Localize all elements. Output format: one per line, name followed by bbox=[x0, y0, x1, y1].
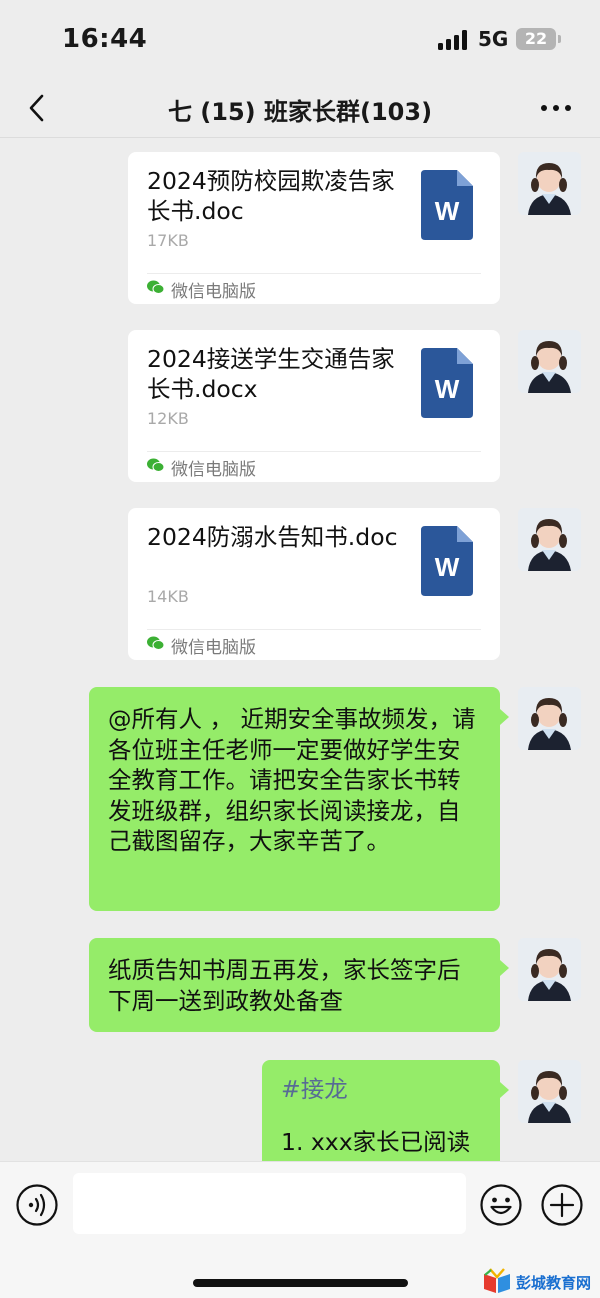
avatar-image bbox=[518, 1060, 581, 1123]
more-dots-icon[interactable] bbox=[536, 92, 576, 124]
chat-title: 七 (15) 班家长群(103) bbox=[167, 98, 433, 126]
emoji-icon[interactable] bbox=[479, 1183, 523, 1227]
voice-icon[interactable] bbox=[15, 1183, 59, 1227]
word-doc-icon: W bbox=[421, 170, 473, 240]
wechat-icon bbox=[147, 280, 164, 294]
file-size: 14KB bbox=[147, 587, 189, 606]
avatar[interactable] bbox=[518, 1060, 581, 1123]
solitaire-hashtag[interactable]: #接龙 bbox=[281, 1074, 482, 1105]
avatar-image bbox=[518, 687, 581, 750]
file-divider bbox=[147, 273, 481, 274]
message-input[interactable] bbox=[73, 1173, 466, 1234]
file-name: 2024接送学生交通告家长书.docx bbox=[147, 345, 395, 403]
avatar[interactable] bbox=[518, 508, 581, 571]
file-source: 微信电脑版 bbox=[171, 460, 256, 480]
file-name: 2024预防校园欺凌告家长书.doc bbox=[147, 167, 395, 225]
solitaire-line: 1. xxx家长已阅读 bbox=[281, 1127, 471, 1156]
battery-icon: 22 bbox=[516, 28, 556, 50]
status-time: 16:44 bbox=[62, 24, 148, 54]
file-source: 微信电脑版 bbox=[171, 638, 256, 658]
file-size: 17KB bbox=[147, 231, 189, 250]
file-divider bbox=[147, 451, 481, 452]
avatar[interactable] bbox=[518, 687, 581, 750]
avatar-image bbox=[518, 330, 581, 393]
network-type: 5G bbox=[478, 27, 509, 51]
battery-cap bbox=[558, 35, 561, 43]
message-bubble[interactable]: @所有人 ， 近期安全事故频发，请各位班主任老师一定要做好学生安全教育工作。请把… bbox=[89, 687, 500, 911]
file-card[interactable]: 2024防溺水告知书.doc 14KB W 微信电脑版 bbox=[128, 508, 500, 660]
wechat-icon bbox=[147, 458, 164, 472]
file-name: 2024防溺水告知书.doc bbox=[147, 523, 398, 551]
avatar[interactable] bbox=[518, 152, 581, 215]
bubble-tail bbox=[500, 960, 509, 976]
word-letter: W bbox=[435, 196, 460, 226]
bubble-tail bbox=[500, 709, 509, 725]
avatar[interactable] bbox=[518, 330, 581, 393]
avatar-image bbox=[518, 152, 581, 215]
file-card[interactable]: 2024接送学生交通告家长书.docx 12KB W 微信电脑版 bbox=[128, 330, 500, 482]
file-card[interactable]: 2024预防校园欺凌告家长书.doc 17KB W 微信电脑版 bbox=[128, 152, 500, 304]
word-letter: W bbox=[435, 374, 460, 404]
battery-level: 22 bbox=[524, 29, 548, 48]
avatar-image bbox=[518, 508, 581, 571]
file-source: 微信电脑版 bbox=[171, 282, 256, 302]
wechat-icon bbox=[147, 636, 164, 650]
word-doc-icon: W bbox=[421, 348, 473, 418]
watermark-text: 彭城教育网 bbox=[516, 1274, 592, 1292]
message-bubble[interactable]: 纸质告知书周五再发，家长签字后下周一送到政教处备查 bbox=[89, 938, 500, 1032]
file-divider bbox=[147, 629, 481, 630]
word-doc-icon: W bbox=[421, 526, 473, 596]
file-size: 12KB bbox=[147, 409, 189, 428]
home-indicator[interactable] bbox=[193, 1279, 408, 1287]
avatar[interactable] bbox=[518, 938, 581, 1001]
status-bar: 16:44 5G 22 bbox=[0, 0, 600, 80]
signal-icon bbox=[438, 30, 470, 50]
bubble-tail bbox=[500, 1082, 509, 1098]
plus-icon[interactable] bbox=[540, 1183, 584, 1227]
avatar-image bbox=[518, 938, 581, 1001]
word-letter: W bbox=[435, 552, 460, 582]
book-logo-icon bbox=[484, 1268, 510, 1293]
chat-header: 七 (15) 班家长群(103) bbox=[0, 80, 600, 138]
